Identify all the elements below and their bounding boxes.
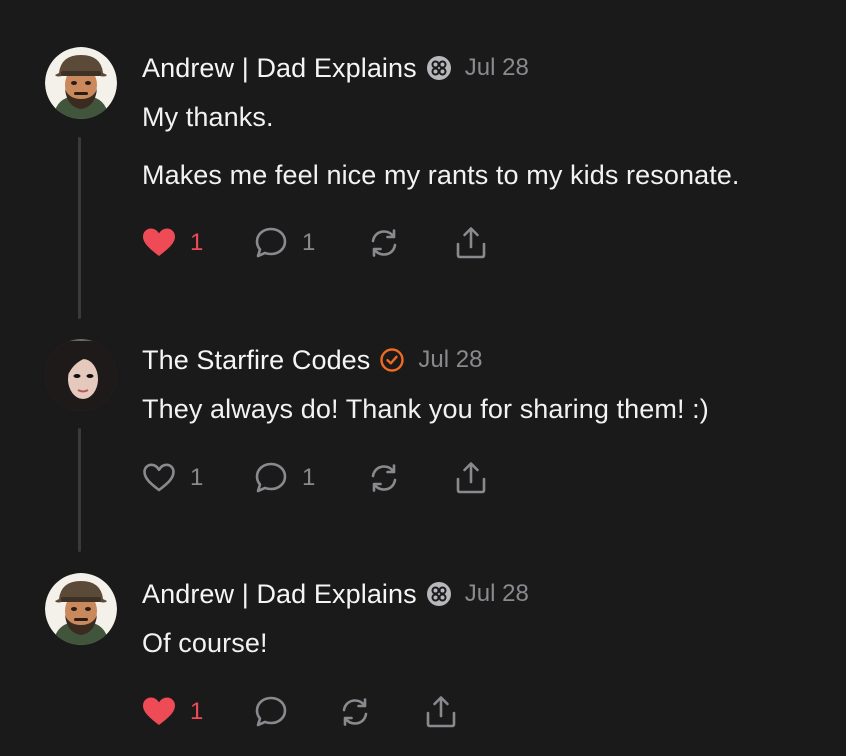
author-name[interactable]: Andrew | Dad Explains: [142, 53, 417, 84]
comment-text: Of course!: [142, 628, 268, 658]
heart-filled-icon: [143, 697, 175, 725]
comment-date[interactable]: Jul 28: [418, 346, 482, 374]
avatar[interactable]: [45, 47, 117, 119]
author-name[interactable]: The Starfire Codes: [142, 345, 370, 376]
restack-button[interactable]: [366, 460, 402, 496]
share-icon: [456, 462, 486, 494]
like-button[interactable]: 1: [141, 694, 203, 730]
like-button[interactable]: 1: [141, 225, 203, 261]
reply-count: 1: [302, 464, 316, 491]
heart-filled-icon: [143, 228, 175, 256]
share-button[interactable]: [453, 225, 489, 261]
thread-line: [78, 137, 81, 319]
comment-bubble-icon: [255, 696, 287, 727]
like-button[interactable]: 1: [141, 460, 203, 496]
refresh-icon: [342, 698, 368, 726]
reply-button[interactable]: [253, 694, 289, 730]
share-icon: [426, 696, 456, 728]
comment-date[interactable]: Jul 28: [465, 54, 529, 82]
refresh-icon: [371, 229, 397, 257]
author-name[interactable]: Andrew | Dad Explains: [142, 579, 417, 610]
comment-date[interactable]: Jul 28: [465, 580, 529, 608]
comment-bubble-icon: [255, 227, 287, 258]
comment-actions: 1 1: [141, 460, 501, 496]
comment-actions: 1 1: [141, 225, 501, 261]
comment-bubble-icon: [255, 462, 287, 493]
comment-actions: 1: [141, 694, 471, 730]
subscriber-badge-icon: [426, 581, 452, 607]
subscriber-badge-icon: [426, 55, 452, 81]
verified-check-icon: [379, 347, 405, 373]
like-count: 1: [190, 698, 204, 725]
reply-button[interactable]: 1: [253, 225, 315, 261]
heart-outline-icon: [143, 463, 175, 492]
like-count: 1: [190, 229, 204, 256]
like-count: 1: [190, 464, 204, 491]
share-button[interactable]: [423, 694, 459, 730]
reply-count: 1: [302, 229, 316, 256]
reply-button[interactable]: 1: [253, 460, 315, 496]
share-button[interactable]: [453, 460, 489, 496]
share-icon: [456, 227, 486, 259]
refresh-icon: [371, 464, 397, 492]
restack-button[interactable]: [337, 694, 373, 730]
avatar[interactable]: [45, 573, 117, 645]
avatar[interactable]: [45, 339, 117, 411]
comment-text: They always do! Thank you for sharing th…: [142, 394, 709, 424]
comment-text: Makes me feel nice my rants to my kids r…: [142, 160, 740, 190]
comment-text: My thanks.: [142, 102, 274, 132]
thread-line: [78, 428, 81, 552]
restack-button[interactable]: [366, 225, 402, 261]
